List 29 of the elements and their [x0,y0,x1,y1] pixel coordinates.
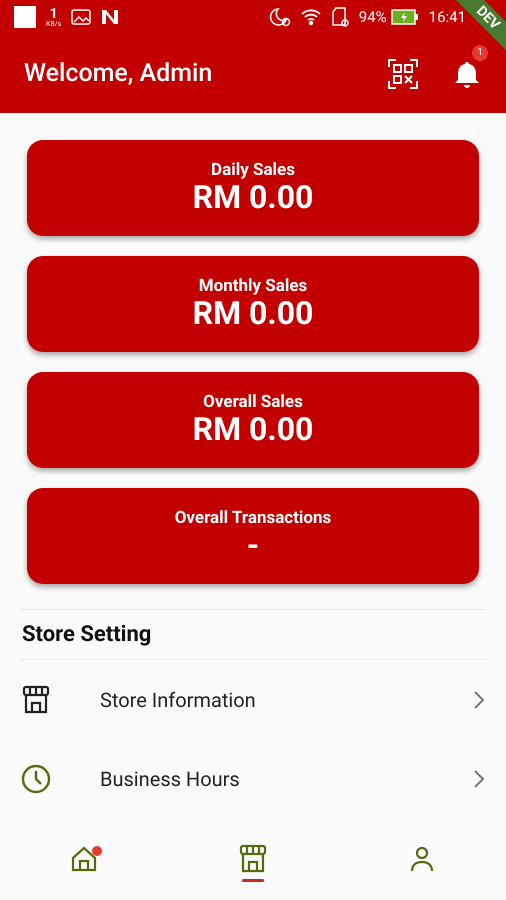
stat-label: Overall Transactions [174,508,332,528]
clock-time: 16:41 [428,8,466,26]
store-icon [20,684,52,716]
chevron-icon [472,768,486,788]
speed-value: 1 [50,6,58,20]
setting-item[interactable]: Business Hours [100,766,472,790]
notification-badge: 1 [472,44,488,60]
notification-icon [14,6,36,28]
battery-icon [390,9,419,25]
section-title: Store Setting [22,622,152,647]
stat-label: Overall Sales [203,392,303,412]
stat-value: RM 0.00 [192,412,314,448]
moon-icon [268,7,291,27]
stat-value: RM 0.00 [192,296,314,332]
setting-item[interactable]: Store Information [100,688,472,712]
gallery-icon [71,9,92,25]
stat-value: - [246,528,260,564]
stat-value: RM 0.00 [192,180,314,216]
sd-card-icon [330,7,349,27]
page-title: Welcome, Admin [24,59,214,88]
wifi-icon [300,8,321,26]
qr-scan-icon[interactable] [388,58,418,88]
stat-label: Daily Sales [211,160,295,180]
chevron-icon [472,690,486,710]
stat-label: Monthly Sales [198,276,308,296]
battery-percent: 94% [358,8,387,26]
app-icon [101,9,120,25]
clock-icon [20,762,52,794]
dev-label: DEV [473,3,503,33]
